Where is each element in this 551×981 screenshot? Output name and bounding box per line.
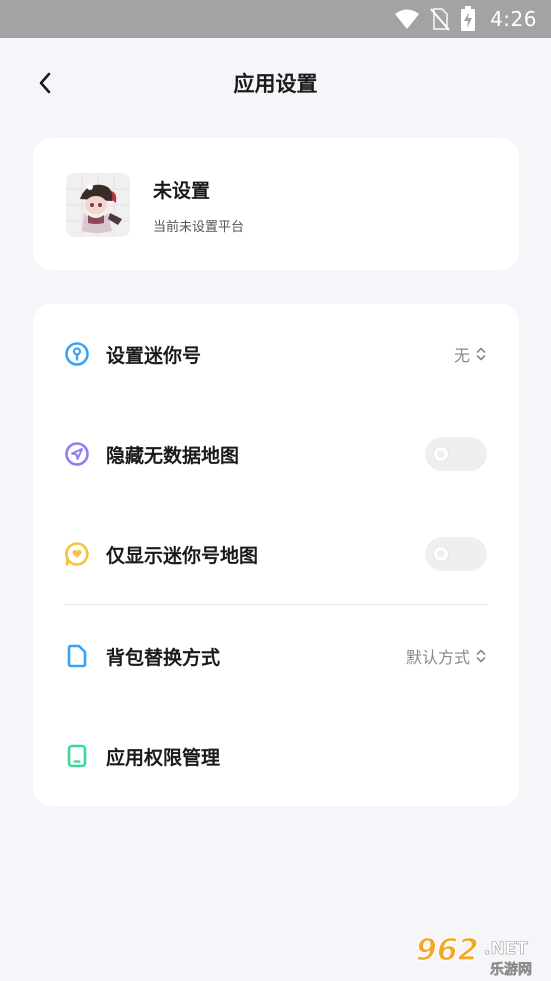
setting-value-text: 默认方式: [405, 648, 470, 667]
setting-label: 背包替换方式: [106, 646, 221, 669]
setting-value-text: 无: [453, 346, 470, 365]
divider: [64, 604, 488, 605]
page-title: 应用设置: [233, 72, 318, 96]
setting-label: 隐藏无数据地图: [106, 444, 240, 467]
setting-value[interactable]: 默认方式: [406, 644, 486, 668]
toggle-knob: [434, 447, 448, 461]
setting-app-permissions[interactable]: 应用权限管理: [33, 706, 519, 806]
toggle-knob: [434, 547, 448, 561]
setting-label: 仅显示迷你号地图: [106, 544, 259, 567]
svg-text:乐游网: 乐游网: [490, 961, 532, 976]
send-circle-icon: [64, 441, 90, 467]
document-icon: [64, 643, 90, 669]
setting-value[interactable]: 无: [454, 342, 486, 366]
setting-label: 设置迷你号: [106, 344, 202, 367]
setting-label: 应用权限管理: [106, 746, 221, 769]
status-bar: 4:26: [0, 0, 551, 38]
setting-only-mini-maps[interactable]: 仅显示迷你号地图: [33, 504, 519, 604]
profile-name: 未设置: [153, 180, 211, 202]
heart-bubble-icon: [64, 541, 90, 567]
setting-hide-empty-maps[interactable]: 隐藏无数据地图: [33, 404, 519, 504]
battery-charging-icon: [461, 6, 476, 31]
settings-card: 设置迷你号 无 隐藏无数据地图 仅显示迷你号地图 背包替换方式 默认方式 应用权…: [33, 304, 519, 806]
chevron-up-down-icon: [476, 347, 486, 361]
key-circle-icon: [64, 341, 90, 367]
chevron-up-down-icon: [476, 649, 486, 663]
toggle-switch[interactable]: [425, 437, 487, 471]
wifi-icon: [395, 9, 420, 29]
svg-text:962: 962: [416, 933, 479, 968]
profile-subtitle: 当前未设置平台: [153, 220, 245, 235]
setting-mini-id[interactable]: 设置迷你号 无: [33, 304, 519, 404]
svg-text:.NET: .NET: [484, 939, 528, 959]
chevron-left-icon: [39, 72, 51, 94]
avatar-illustration: [66, 173, 130, 237]
profile-card[interactable]: 未设置 当前未设置平台: [33, 138, 519, 270]
watermark-logo: 962 .NET 乐游网: [412, 930, 547, 978]
header: 应用设置: [0, 52, 551, 114]
avatar: [66, 173, 130, 237]
status-time: 4:26: [490, 7, 537, 31]
tablet-icon: [64, 743, 90, 769]
no-sim-icon: [430, 8, 450, 31]
setting-backpack-replace[interactable]: 背包替换方式 默认方式: [33, 606, 519, 706]
back-button[interactable]: [30, 68, 60, 98]
toggle-switch[interactable]: [425, 537, 487, 571]
